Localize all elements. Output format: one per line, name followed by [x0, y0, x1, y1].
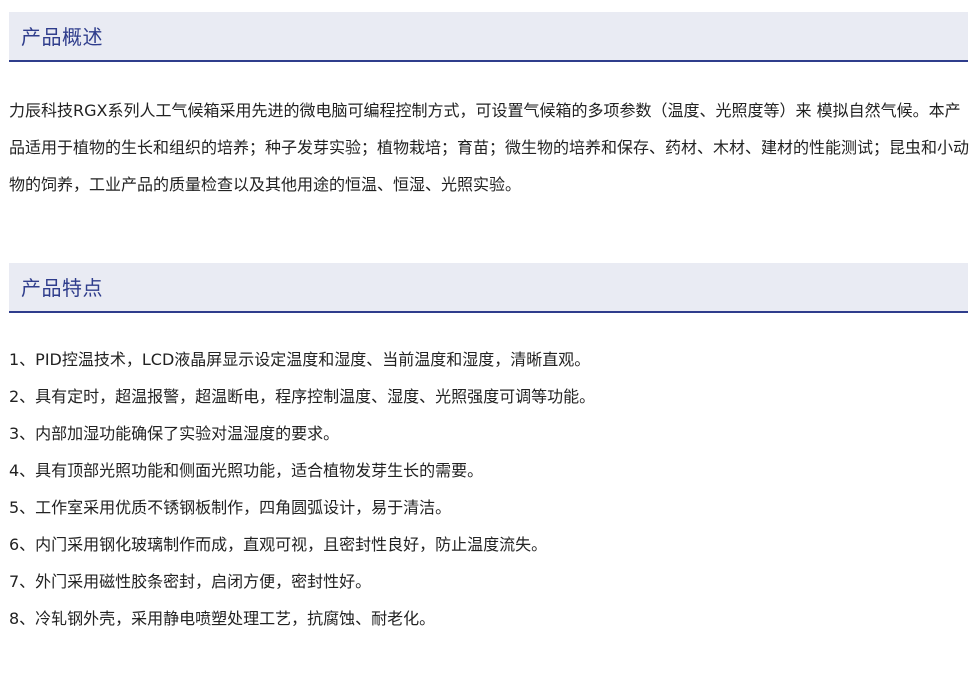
- feature-item-6: 6、内门采用钢化玻璃制作而成，直观可视，且密封性良好，防止温度流失。: [9, 535, 548, 554]
- feature-item-1: 1、PID控温技术，LCD液晶屏显示设定温度和湿度、当前温度和湿度，清晰直观。: [9, 350, 591, 369]
- features-title: 产品特点: [21, 276, 103, 300]
- feature-item-2: 2、具有定时，超温报警，超温断电，程序控制温度、湿度、光照强度可调等功能。: [9, 387, 596, 406]
- feature-item-4: 4、具有顶部光照功能和侧面光照功能，适合植物发芽生长的需要。: [9, 461, 484, 480]
- feature-item-7: 7、外门采用磁性胶条密封，启闭方便，密封性好。: [9, 572, 372, 591]
- feature-list: 1、PID控温技术，LCD液晶屏显示设定温度和湿度、当前温度和湿度，清晰直观。 …: [9, 341, 968, 637]
- features-section-header: 产品特点: [9, 263, 968, 313]
- overview-title: 产品概述: [21, 25, 103, 49]
- feature-item-3: 3、内部加湿功能确保了实验对温湿度的要求。: [9, 424, 340, 443]
- feature-item-8: 8、冷轧钢外壳，采用静电喷塑处理工艺，抗腐蚀、耐老化。: [9, 609, 436, 628]
- feature-item-5: 5、工作室采用优质不锈钢板制作，四角圆弧设计，易于清洁。: [9, 498, 452, 517]
- overview-section-header: 产品概述: [9, 12, 968, 62]
- overview-paragraph: 力辰科技RGX系列人工气候箱采用先进的微电脑可编程控制方式，可设置气候箱的多项参…: [9, 101, 970, 194]
